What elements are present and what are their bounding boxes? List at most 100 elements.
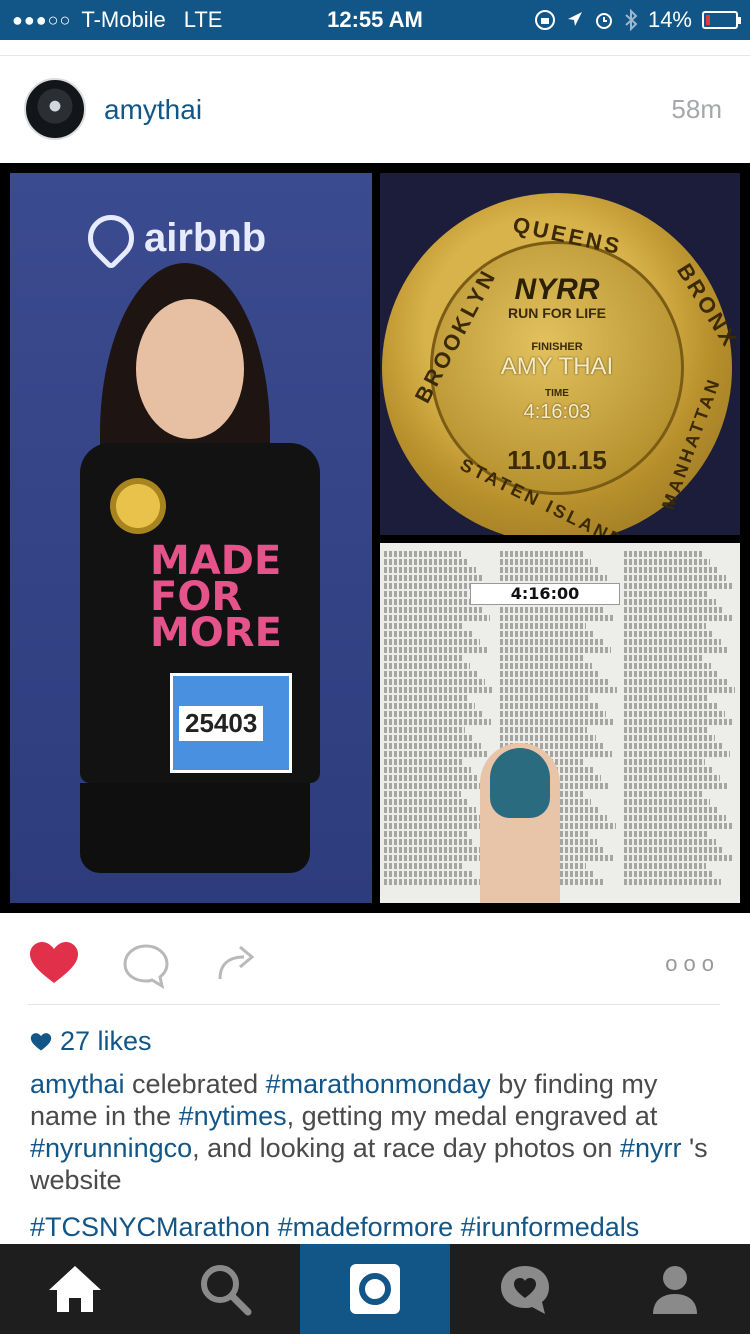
comment-icon[interactable] bbox=[122, 943, 170, 989]
newspaper-print-line bbox=[384, 687, 493, 693]
hashtag-line[interactable]: #TCSNYCMarathon #madeformore #irunformed… bbox=[30, 1212, 730, 1243]
tab-home[interactable] bbox=[0, 1244, 150, 1334]
newspaper-print-line bbox=[624, 687, 735, 693]
newspaper-print-line bbox=[624, 807, 719, 813]
newspaper-print-line bbox=[384, 575, 485, 581]
newspaper-print-line bbox=[500, 639, 603, 645]
post-username[interactable]: amythai bbox=[104, 94, 202, 126]
newspaper-print-line bbox=[624, 791, 703, 797]
more-options-icon[interactable]: ooo bbox=[665, 951, 720, 977]
newspaper-print-line bbox=[624, 703, 717, 709]
shirt-slogan: MADE FOR MORE bbox=[150, 541, 282, 653]
newspaper-print-line bbox=[624, 567, 719, 573]
race-bib: 25403 bbox=[170, 673, 292, 773]
newspaper-print-line bbox=[500, 663, 593, 669]
post-photo[interactable]: airbnb MADE FOR MORE 25403 QUEENS BROOKL… bbox=[0, 163, 750, 913]
likes-count[interactable]: 27 likes bbox=[30, 1026, 152, 1057]
newspaper-print-line bbox=[384, 711, 483, 717]
newspaper-print-line bbox=[500, 679, 609, 685]
tab-search[interactable] bbox=[150, 1244, 300, 1334]
alarm-icon bbox=[595, 13, 612, 29]
newspaper-print-line bbox=[624, 623, 706, 629]
newspaper-print-line bbox=[624, 847, 724, 853]
medal-finisher-name: AMY THAI bbox=[500, 353, 614, 380]
newspaper-print-line bbox=[384, 663, 470, 669]
medal-finisher-label: FINISHER bbox=[531, 341, 583, 353]
newspaper-print-line bbox=[384, 791, 461, 797]
caption-text: , getting my medal engraved at bbox=[286, 1101, 658, 1131]
newspaper-print-line bbox=[384, 623, 465, 629]
location-icon bbox=[567, 12, 582, 26]
newspaper-column bbox=[624, 549, 736, 899]
bib-number: 25403 bbox=[179, 706, 264, 741]
newspaper-print-line bbox=[500, 727, 588, 733]
hashtag-link[interactable]: #nytimes bbox=[179, 1101, 287, 1131]
newspaper-print-line bbox=[500, 551, 583, 557]
newspaper-print-line bbox=[624, 599, 716, 605]
newspaper-print-line bbox=[624, 695, 710, 701]
newspaper-print-line bbox=[624, 759, 705, 765]
newspaper-print-line bbox=[624, 831, 708, 837]
newspaper-print-line bbox=[500, 695, 590, 701]
newspaper-print-line bbox=[624, 879, 722, 885]
newspaper-print-line bbox=[624, 591, 708, 597]
caption-text: , and looking at race day photos on bbox=[192, 1133, 620, 1163]
camera-icon bbox=[350, 1264, 400, 1314]
newspaper-print-line bbox=[624, 855, 732, 861]
newspaper-print-line bbox=[624, 559, 711, 565]
tab-camera[interactable] bbox=[300, 1244, 450, 1334]
newspaper-print-line bbox=[500, 719, 615, 725]
status-bar: ●●●○○ T-Mobile LTE 12:55 AM 14% bbox=[0, 0, 750, 40]
newspaper-print-line bbox=[624, 735, 715, 741]
medal-time-label: TIME bbox=[545, 388, 569, 399]
newspaper-print-line bbox=[624, 815, 726, 821]
newspaper-print-line bbox=[500, 615, 614, 621]
rotation-lock-icon bbox=[534, 10, 555, 30]
caption-username[interactable]: amythai bbox=[30, 1069, 125, 1099]
newspaper-print-line bbox=[624, 823, 734, 829]
newspaper-print-line bbox=[624, 719, 733, 725]
avatar[interactable] bbox=[24, 78, 86, 140]
heart-icon[interactable] bbox=[28, 941, 80, 985]
search-icon bbox=[201, 1265, 252, 1316]
runner-face bbox=[136, 299, 244, 439]
airbnb-logo-text: airbnb bbox=[144, 215, 267, 260]
newspaper-print-line bbox=[384, 839, 475, 845]
newspaper-print-line bbox=[384, 695, 468, 701]
tab-profile[interactable] bbox=[600, 1244, 750, 1334]
medal-time: 4:16:03 bbox=[523, 401, 591, 423]
newspaper-print-line bbox=[624, 863, 706, 869]
hashtag-link[interactable]: #nyrr bbox=[620, 1133, 682, 1163]
tab-activity[interactable] bbox=[450, 1244, 600, 1334]
newspaper-print-line bbox=[500, 703, 598, 709]
newspaper-print-line bbox=[384, 863, 465, 869]
bottom-tab-bar bbox=[0, 1244, 750, 1334]
newspaper-print-line bbox=[384, 823, 492, 829]
newspaper-print-line bbox=[384, 727, 466, 733]
newspaper-print-line bbox=[384, 775, 479, 781]
newspaper-print-line bbox=[624, 615, 732, 621]
newspaper-print-line bbox=[384, 751, 489, 757]
share-icon[interactable] bbox=[216, 941, 260, 981]
newspaper-print-line bbox=[500, 607, 606, 613]
runner-photo: airbnb MADE FOR MORE 25403 bbox=[10, 173, 372, 903]
newspaper-print-line bbox=[624, 767, 713, 773]
newspaper-print-line bbox=[384, 615, 490, 621]
newspaper-print-line bbox=[624, 663, 712, 669]
newspaper-print-line bbox=[384, 871, 472, 877]
medal-subtitle: RUN FOR LIFE bbox=[508, 305, 606, 321]
newspaper-print-line bbox=[384, 807, 477, 813]
hashtag-link[interactable]: #nyrunningco bbox=[30, 1133, 192, 1163]
newspaper-print-line bbox=[384, 743, 481, 749]
newspaper-print-line bbox=[384, 815, 485, 821]
newspaper-print-line bbox=[384, 551, 461, 557]
newspaper-print-line bbox=[500, 711, 607, 717]
newspaper-print-line bbox=[384, 679, 486, 685]
battery-level bbox=[706, 15, 710, 25]
hashtag-link[interactable]: #marathonmonday bbox=[266, 1069, 491, 1099]
post-actions: ooo bbox=[0, 913, 750, 1005]
newspaper-print-line bbox=[384, 719, 491, 725]
home-icon bbox=[49, 1266, 101, 1312]
newspaper-print-line bbox=[624, 871, 714, 877]
newspaper-photo: 4:16:00 bbox=[380, 543, 740, 903]
